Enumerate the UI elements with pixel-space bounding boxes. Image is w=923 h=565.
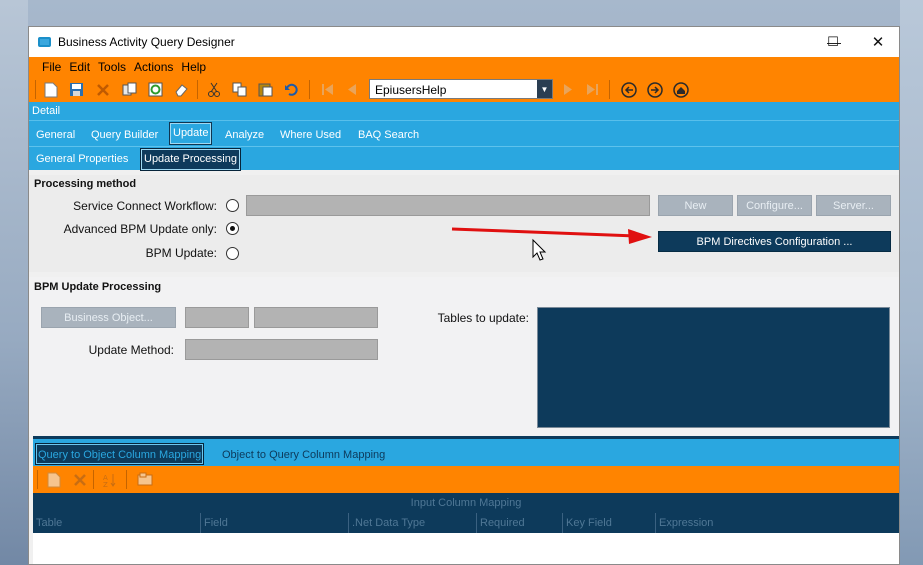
mouse-cursor-icon: [532, 238, 547, 261]
annotation-arrow: [451, 227, 652, 261]
